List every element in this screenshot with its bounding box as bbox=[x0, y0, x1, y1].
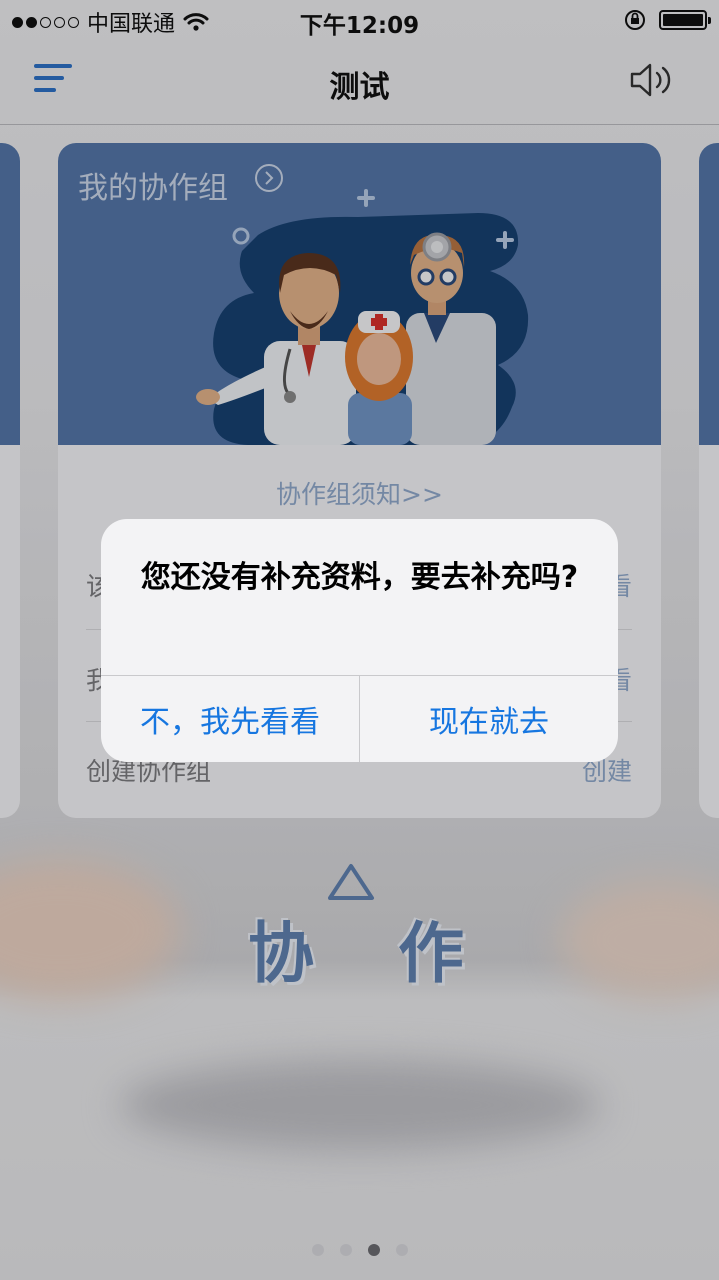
app-screen: 中国联通 下午12:09 测试 我的协作组 协作组须知>> 该 看 我 看 创建… bbox=[0, 0, 719, 1280]
confirm-button[interactable]: 现在就去 bbox=[360, 676, 618, 762]
cancel-button[interactable]: 不，我先看看 bbox=[101, 676, 359, 762]
alert-dialog: 您还没有补充资料，要去补充吗? 不，我先看看 现在就去 bbox=[101, 519, 618, 762]
alert-message: 您还没有补充资料，要去补充吗? bbox=[140, 560, 579, 595]
